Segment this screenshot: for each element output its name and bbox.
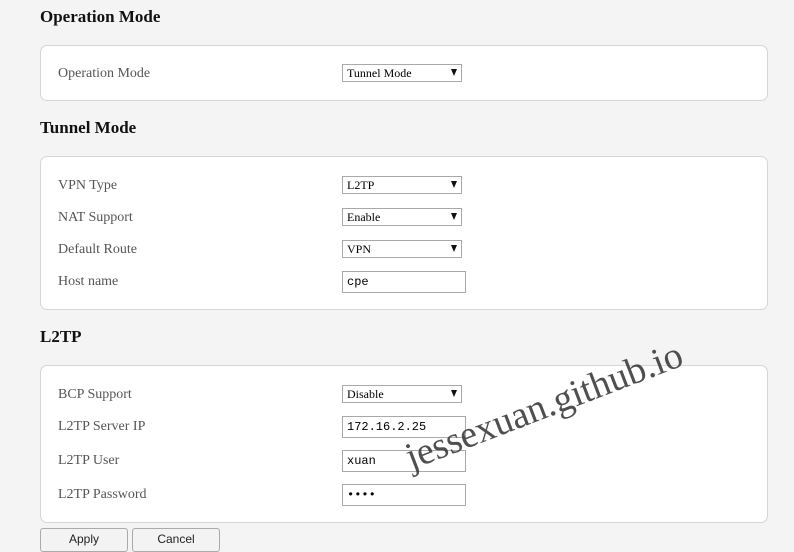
l2tp-heading: L2TP [40,327,82,346]
dropdown-arrow-icon [451,181,457,188]
dropdown-arrow-icon [451,213,457,220]
vpn-type-row: VPN Type L2TP [41,176,767,198]
cancel-button[interactable]: Cancel [132,528,220,552]
default-route-select[interactable]: VPN [342,240,462,258]
nat-support-value: Enable [347,210,381,224]
bcp-support-row: BCP Support Disable [41,385,767,407]
vpn-type-select[interactable]: L2TP [342,176,462,194]
bcp-support-label: BCP Support [58,387,132,402]
l2tp-panel: BCP Support Disable L2TP Server IP L2TP … [40,365,768,523]
default-route-row: Default Route VPN [41,240,767,262]
operation-mode-select[interactable]: Tunnel Mode [342,64,462,82]
dropdown-arrow-icon [451,69,457,76]
default-route-value: VPN [347,242,372,256]
vpn-type-label: VPN Type [58,178,118,193]
l2tp-user-row: L2TP User [41,450,767,473]
operation-mode-heading: Operation Mode [40,7,161,26]
l2tp-password-row: L2TP Password [41,484,767,507]
bcp-support-value: Disable [347,387,384,401]
dropdown-arrow-icon [451,245,457,252]
operation-mode-panel: Operation Mode Tunnel Mode [40,45,768,101]
apply-button[interactable]: Apply [40,528,128,552]
l2tp-password-label: L2TP Password [58,487,147,502]
default-route-label: Default Route [58,242,137,257]
operation-mode-value: Tunnel Mode [347,66,412,80]
tunnel-mode-panel: VPN Type L2TP NAT Support Enable Default… [40,156,768,310]
host-name-input[interactable] [342,271,466,293]
tunnel-mode-heading: Tunnel Mode [40,118,137,137]
nat-support-label: NAT Support [58,210,133,225]
operation-mode-label: Operation Mode [58,66,151,81]
l2tp-user-label: L2TP User [58,453,120,468]
dropdown-arrow-icon [451,390,457,397]
l2tp-server-ip-input[interactable] [342,416,466,438]
vpn-type-value: L2TP [347,178,375,192]
l2tp-server-ip-label: L2TP Server IP [58,419,146,434]
host-name-row: Host name [41,271,767,294]
l2tp-server-ip-row: L2TP Server IP [41,416,767,439]
operation-mode-row: Operation Mode Tunnel Mode [41,64,767,86]
l2tp-user-input[interactable] [342,450,466,472]
nat-support-row: NAT Support Enable [41,208,767,230]
bcp-support-select[interactable]: Disable [342,385,462,403]
host-name-label: Host name [58,274,119,289]
l2tp-password-input[interactable] [342,484,466,506]
nat-support-select[interactable]: Enable [342,208,462,226]
